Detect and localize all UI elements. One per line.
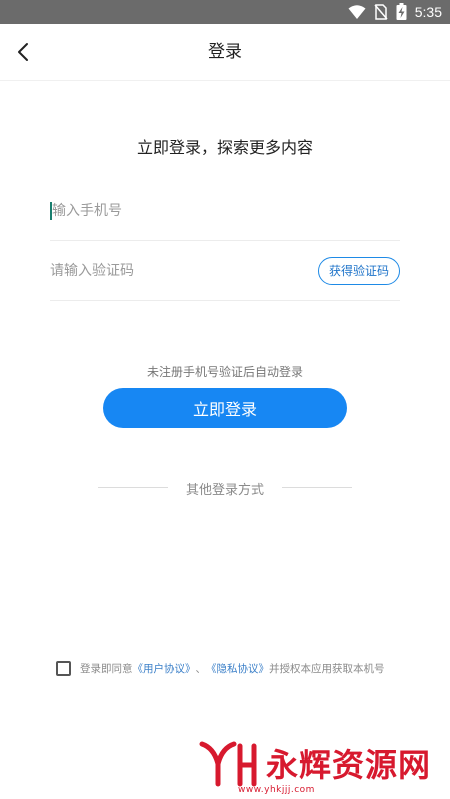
no-sim-icon (374, 3, 388, 20)
page-title: 登录 (208, 42, 242, 62)
watermark-logo (199, 741, 257, 787)
code-field-row: 获得验证码 (50, 241, 400, 301)
agreement-separator: 、 (195, 663, 207, 675)
other-login-label: 其他登录方式 (185, 483, 264, 498)
phone-field-row (50, 181, 400, 241)
auto-register-hint: 未注册手机号验证后自动登录 (146, 365, 303, 379)
watermark-url: www.yhkjjj.com (238, 785, 315, 795)
login-button[interactable]: 立即登录 (103, 388, 347, 428)
watermark: 永辉资源网 (196, 738, 436, 788)
status-icons: 5:35 (348, 3, 442, 20)
get-code-button[interactable]: 获得验证码 (317, 257, 400, 285)
agreement-suffix: 并授权本应用获取本机号 (269, 663, 385, 675)
battery-charging-icon (396, 3, 407, 20)
wifi-icon (348, 4, 366, 19)
login-headline: 立即登录，探索更多内容 (136, 138, 313, 157)
status-bar: 5:35 (0, 0, 450, 24)
nav-bar: 登录 (0, 24, 450, 81)
user-agreement-link[interactable]: 《用户协议》 (133, 661, 196, 676)
watermark-name: 永辉资源网 (266, 746, 432, 784)
status-time: 5:35 (414, 3, 442, 20)
agreement-row: 登录即同意 《用户协议》 、 《隐私协议》 并授权本应用获取本机号 (56, 661, 385, 676)
text-cursor (50, 202, 52, 220)
verification-code-input[interactable] (50, 241, 290, 301)
privacy-agreement-link[interactable]: 《隐私协议》 (206, 661, 269, 676)
agreement-prefix: 登录即同意 (80, 663, 133, 675)
agreement-checkbox[interactable] (56, 661, 71, 676)
phone-input[interactable] (50, 181, 292, 241)
